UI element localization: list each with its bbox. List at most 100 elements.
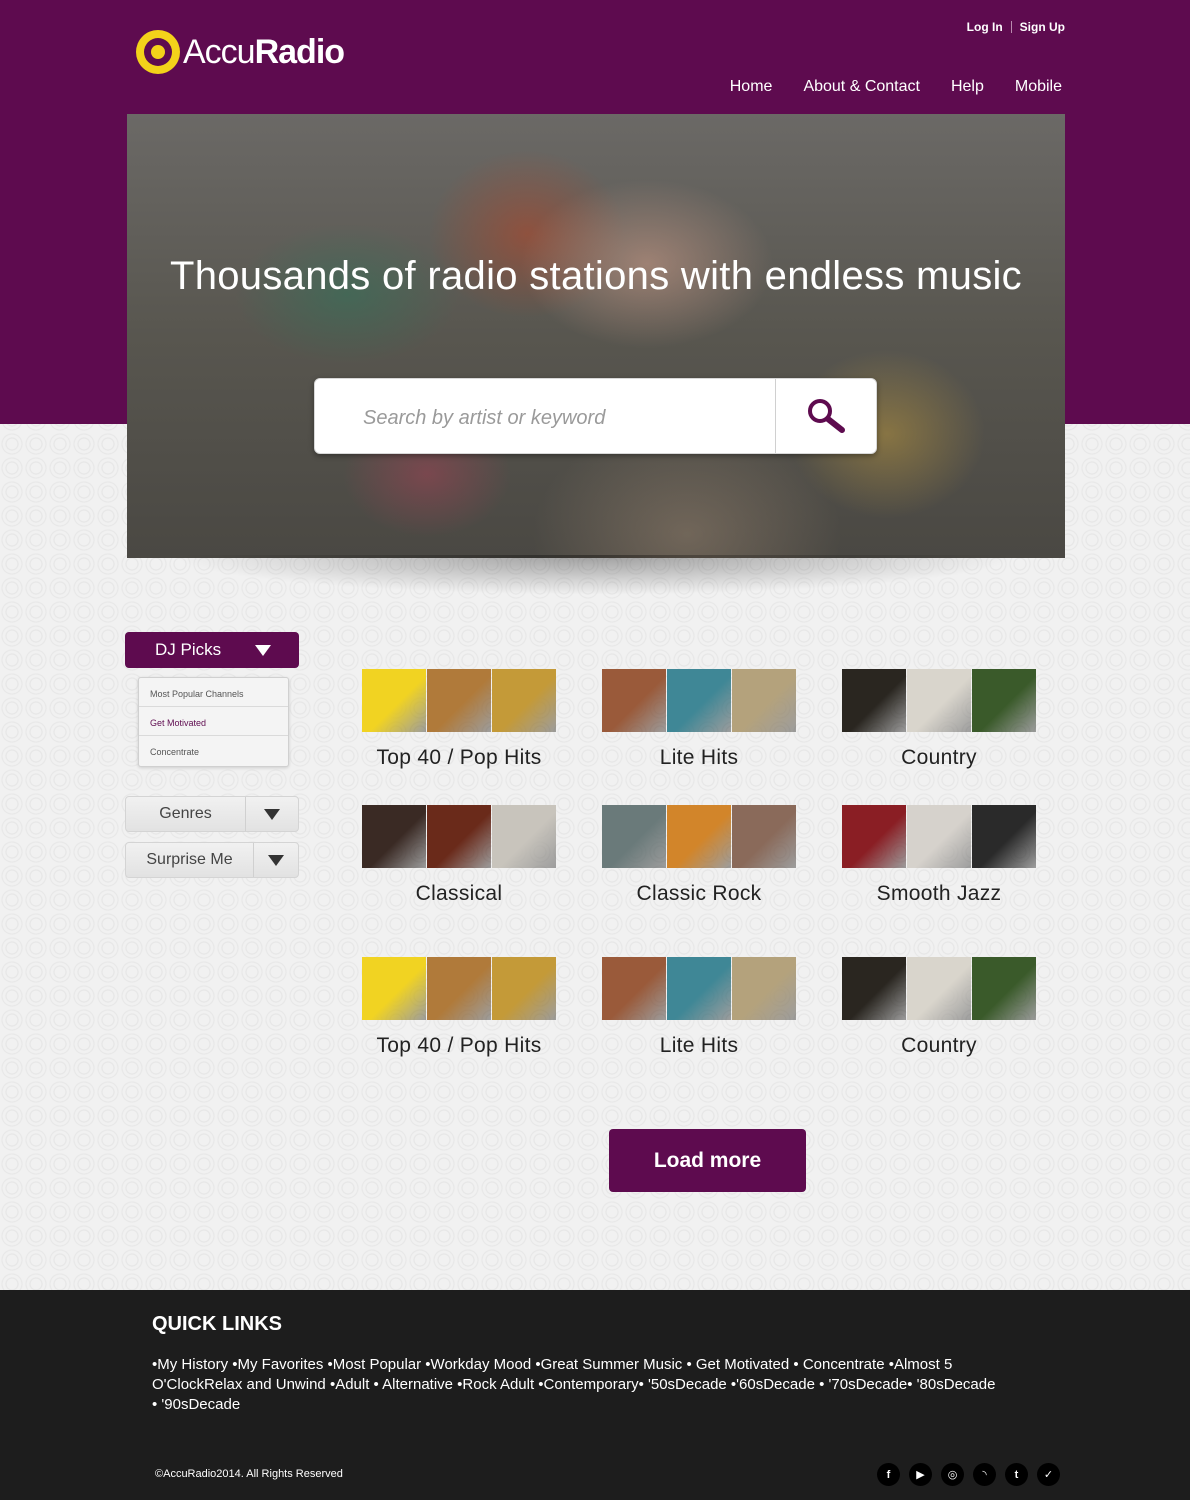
login-link[interactable]: Log In	[967, 20, 1003, 34]
surprise-me-label: Surprise Me	[146, 851, 233, 868]
channel-name: Classical	[415, 882, 503, 905]
album-covers	[602, 957, 796, 1020]
caret-down-icon	[268, 854, 284, 866]
album-cover	[362, 805, 426, 868]
logo-text: AccuRadio	[183, 32, 345, 71]
album-cover	[492, 957, 556, 1020]
album-cover	[907, 805, 971, 868]
social-links: f ▶ ◎ ◝ t ✓	[877, 1463, 1060, 1486]
album-cover	[842, 805, 906, 868]
album-cover	[842, 957, 906, 1020]
genres-label: Genres	[159, 805, 212, 822]
album-covers	[842, 669, 1036, 732]
album-cover	[907, 957, 971, 1020]
menu-item-concentrate[interactable]: Concentrate	[139, 736, 288, 765]
nav-about-contact[interactable]: About & Contact	[803, 78, 920, 96]
channel-name: Top 40 / Pop Hits	[376, 746, 542, 769]
album-cover	[602, 957, 666, 1020]
album-cover	[972, 805, 1036, 868]
dj-picks-menu: Most Popular Channels Get Motivated Conc…	[138, 677, 289, 767]
genres-dropdown[interactable]: Genres	[125, 796, 299, 832]
channel-name: Top 40 / Pop Hits	[376, 1034, 542, 1057]
channel-card[interactable]: Smooth Jazz	[842, 805, 1036, 906]
nav-help[interactable]: Help	[951, 78, 984, 96]
album-cover	[907, 669, 971, 732]
facebook-icon[interactable]: f	[877, 1463, 900, 1486]
album-cover	[492, 805, 556, 868]
album-covers	[362, 669, 556, 732]
channel-card[interactable]: Top 40 / Pop Hits	[362, 669, 556, 770]
main-nav: Home About & Contact Help Mobile	[730, 78, 1062, 96]
nav-mobile[interactable]: Mobile	[1015, 78, 1062, 96]
youtube-icon[interactable]: ▶	[909, 1463, 932, 1486]
album-cover	[972, 669, 1036, 732]
channel-name: Country	[901, 746, 977, 769]
album-cover	[427, 957, 491, 1020]
channel-name: Country	[901, 1034, 977, 1057]
caret-down-icon	[255, 645, 271, 656]
channel-name: Smooth Jazz	[876, 882, 1002, 905]
menu-item-most-popular[interactable]: Most Popular Channels	[139, 678, 288, 707]
caret-down-icon	[264, 808, 280, 820]
channel-name: Lite Hits	[659, 1034, 739, 1057]
rss-icon[interactable]: ◝	[973, 1463, 996, 1486]
channel-name: Lite Hits	[659, 746, 739, 769]
auth-links: Log In Sign Up	[967, 20, 1065, 34]
search-box	[314, 378, 877, 454]
album-cover	[602, 669, 666, 732]
album-cover	[667, 805, 731, 868]
tumblr-icon[interactable]: t	[1005, 1463, 1028, 1486]
channel-card[interactable]: Country	[842, 669, 1036, 770]
album-cover	[732, 669, 796, 732]
channel-card[interactable]: Country	[842, 957, 1036, 1058]
nav-home[interactable]: Home	[730, 78, 773, 96]
album-covers	[362, 957, 556, 1020]
instagram-icon[interactable]: ◎	[941, 1463, 964, 1486]
logo-icon	[136, 30, 180, 74]
search-button[interactable]	[775, 379, 876, 453]
album-cover	[427, 805, 491, 868]
magnifier-icon	[808, 399, 845, 433]
channel-card[interactable]: Top 40 / Pop Hits	[362, 957, 556, 1058]
channel-name: Classic Rock	[636, 882, 762, 905]
album-cover	[667, 669, 731, 732]
album-covers	[362, 805, 556, 868]
album-cover	[362, 669, 426, 732]
dj-picks-dropdown[interactable]: DJ Picks	[125, 632, 299, 668]
quick-links-title: QUICK LINKS	[152, 1313, 282, 1335]
channel-card[interactable]: Lite Hits	[602, 957, 796, 1058]
album-cover	[492, 669, 556, 732]
album-cover	[427, 669, 491, 732]
accuradio-logo[interactable]: AccuRadio	[136, 30, 345, 74]
album-covers	[602, 805, 796, 868]
quick-links-list[interactable]: •My History •My Favorites •Most Popular …	[152, 1355, 1002, 1415]
signup-link[interactable]: Sign Up	[1020, 20, 1065, 34]
album-cover	[732, 957, 796, 1020]
channel-card[interactable]: Lite Hits	[602, 669, 796, 770]
channel-card[interactable]: Classical	[362, 805, 556, 906]
copyright: ©AccuRadio2014. All Rights Reserved	[155, 1468, 343, 1480]
load-more-button[interactable]: Load more	[609, 1129, 806, 1192]
twitter-icon[interactable]: ✓	[1037, 1463, 1060, 1486]
hero-title: Thousands of radio stations with endless…	[169, 254, 1022, 298]
search-input[interactable]	[363, 403, 763, 433]
surprise-me-dropdown[interactable]: Surprise Me	[125, 842, 299, 878]
auth-divider	[1010, 21, 1012, 33]
album-cover	[362, 957, 426, 1020]
album-covers	[842, 805, 1036, 868]
menu-item-get-motivated[interactable]: Get Motivated	[139, 707, 288, 736]
hero-shadow	[170, 555, 1020, 595]
album-cover	[732, 805, 796, 868]
album-cover	[842, 669, 906, 732]
surprise-me-toggle[interactable]	[253, 843, 298, 877]
album-covers	[602, 669, 796, 732]
album-cover	[972, 957, 1036, 1020]
album-covers	[842, 957, 1036, 1020]
album-cover	[667, 957, 731, 1020]
dj-picks-label: DJ Picks	[155, 640, 222, 659]
album-cover	[602, 805, 666, 868]
genres-toggle[interactable]	[245, 797, 298, 831]
channel-card[interactable]: Classic Rock	[602, 805, 796, 906]
hero-banner: Thousands of radio stations with endless…	[127, 114, 1065, 558]
footer: QUICK LINKS •My History •My Favorites •M…	[0, 1290, 1190, 1500]
